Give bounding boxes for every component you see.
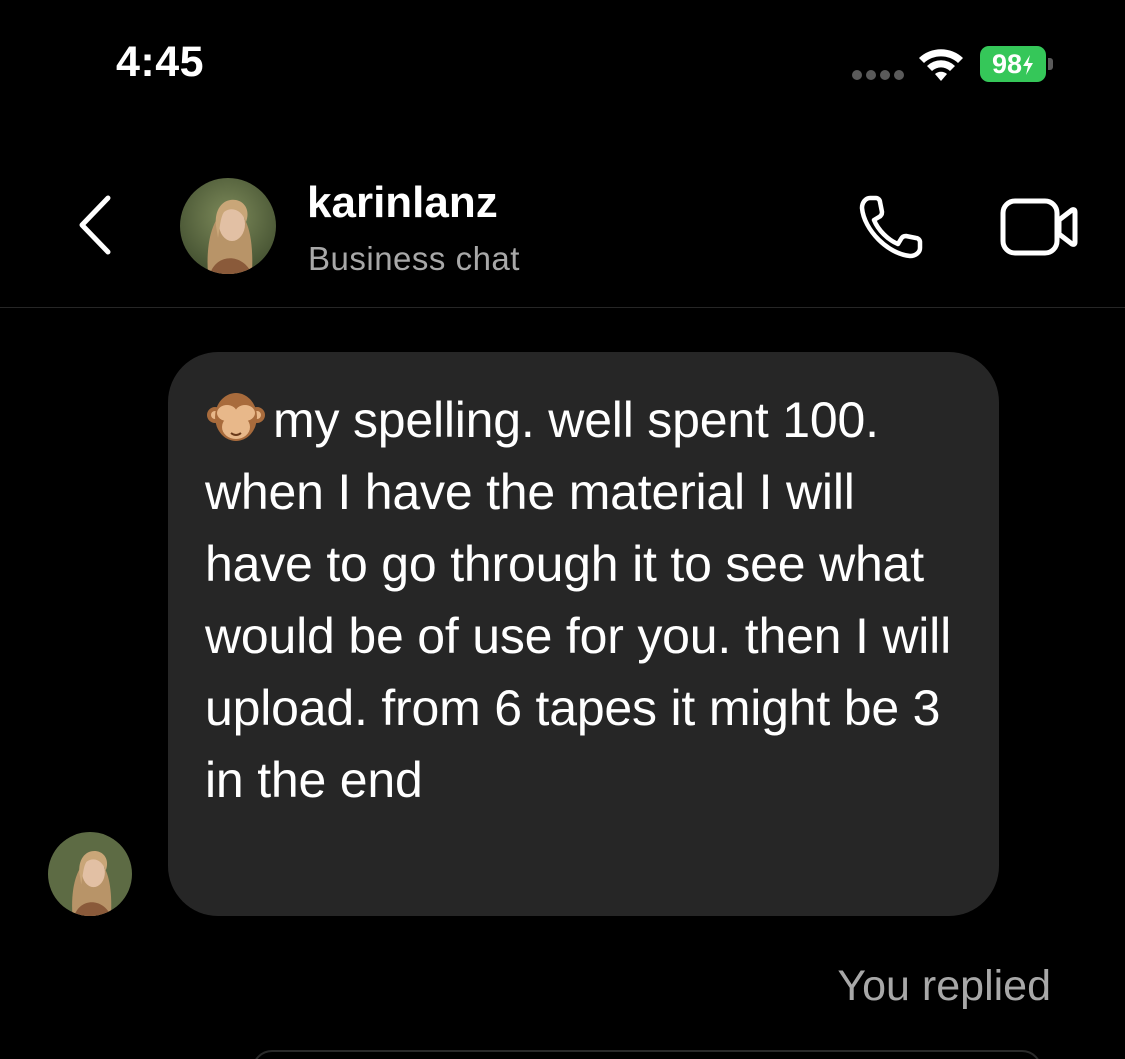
charging-bolt-icon bbox=[1023, 55, 1034, 75]
avatar[interactable] bbox=[180, 178, 276, 274]
reply-preview-bubble[interactable] bbox=[252, 1050, 1042, 1059]
see-no-evil-monkey-icon bbox=[207, 393, 265, 441]
status-time: 4:45 bbox=[116, 38, 205, 86]
message-bubble[interactable]: my spelling. well spent 100. when I have… bbox=[168, 352, 999, 916]
message-avatar[interactable] bbox=[48, 832, 132, 916]
wifi-icon bbox=[919, 49, 963, 81]
chat-header: karinlanz Business chat bbox=[0, 150, 1125, 308]
chevron-left-icon[interactable] bbox=[70, 190, 120, 260]
video-camera-icon[interactable] bbox=[998, 194, 1080, 260]
message-text-container: my spelling. well spent 100. when I have… bbox=[205, 384, 975, 816]
you-replied-label: You replied bbox=[837, 962, 1051, 1010]
battery-cap bbox=[1048, 58, 1053, 70]
header-divider bbox=[0, 307, 1125, 308]
contact-name[interactable]: karinlanz bbox=[307, 178, 498, 228]
status-bar: 4:45 98 bbox=[0, 0, 1125, 130]
chat-screen: 4:45 98 karinlanz Business chat my spell… bbox=[0, 0, 1125, 1059]
message-text: my spelling. well spent 100. when I have… bbox=[205, 392, 951, 808]
battery-indicator: 98 bbox=[980, 46, 1053, 82]
phone-icon[interactable] bbox=[854, 190, 928, 264]
cellular-signal-icon bbox=[852, 70, 906, 82]
contact-subtitle: Business chat bbox=[308, 240, 520, 277]
battery-level: 98 bbox=[980, 46, 1046, 82]
